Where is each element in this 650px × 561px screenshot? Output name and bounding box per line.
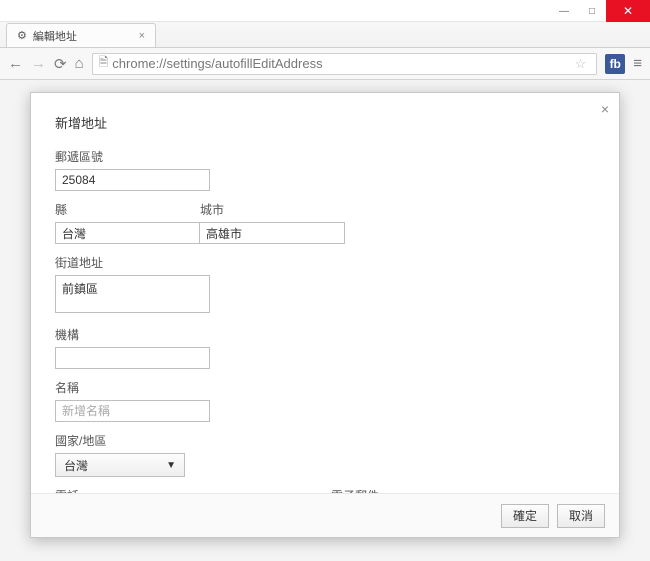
ok-button[interactable]: 確定 <box>501 504 549 528</box>
gear-icon: ⚙ <box>17 29 27 42</box>
label-org: 機構 <box>55 326 595 343</box>
back-button[interactable]: ← <box>8 55 23 72</box>
dialog-title: 新增地址 <box>55 113 595 132</box>
country-select[interactable]: 台灣 ▼ <box>55 453 185 477</box>
tab-strip: ⚙ 編輯地址 × <box>0 22 650 48</box>
page-content: × 新增地址 郵遞區號 縣 城市 街道地址 前鎮區 <box>0 80 650 561</box>
url-text: chrome://settings/autofillEditAddress <box>112 56 322 71</box>
address-bar[interactable]: 🗎 chrome://settings/autofillEditAddress … <box>92 53 598 75</box>
cancel-button[interactable]: 取消 <box>557 504 605 528</box>
page-icon: 🗎 <box>99 53 109 74</box>
chrome-menu-button[interactable]: ≡ <box>633 55 642 72</box>
label-postal: 郵遞區號 <box>55 148 595 165</box>
label-street: 街道地址 <box>55 254 595 271</box>
city-input[interactable] <box>200 222 345 244</box>
country-selected-value: 台灣 <box>64 457 88 474</box>
street-address-textarea[interactable]: 前鎮區 <box>55 275 210 313</box>
dialog-close-button[interactable]: × <box>601 101 609 117</box>
window-minimize-button[interactable]: — <box>550 0 578 22</box>
county-input[interactable] <box>55 222 200 244</box>
modal-overlay: × 新增地址 郵遞區號 縣 城市 街道地址 前鎮區 <box>0 80 650 561</box>
window-close-button[interactable]: ✕ <box>606 0 650 22</box>
bookmark-star-icon[interactable]: ☆ <box>575 56 587 72</box>
window-titlebar: — □ ✕ <box>0 0 650 22</box>
label-country: 國家/地區 <box>55 432 595 449</box>
facebook-extension-icon[interactable]: fb <box>605 54 625 74</box>
reload-button[interactable]: ⟳ <box>54 55 67 73</box>
organization-input[interactable] <box>55 347 210 369</box>
tab-title: 編輯地址 <box>33 28 77 44</box>
home-button[interactable]: ⌂ <box>75 55 84 72</box>
postal-code-input[interactable] <box>55 169 210 191</box>
chevron-down-icon: ▼ <box>166 460 176 471</box>
edit-address-dialog: × 新增地址 郵遞區號 縣 城市 街道地址 前鎮區 <box>30 92 620 538</box>
dialog-footer: 確定 取消 <box>31 493 619 537</box>
browser-tab[interactable]: ⚙ 編輯地址 × <box>6 23 156 47</box>
browser-toolbar: ← → ⟳ ⌂ 🗎 chrome://settings/autofillEdit… <box>0 48 650 80</box>
label-name: 名稱 <box>55 379 595 396</box>
label-county: 縣 <box>55 201 200 218</box>
tab-close-button[interactable]: × <box>139 30 145 42</box>
window-maximize-button[interactable]: □ <box>578 0 606 22</box>
dialog-body[interactable]: 新增地址 郵遞區號 縣 城市 街道地址 前鎮區 機構 <box>31 93 619 493</box>
label-city: 城市 <box>200 201 345 218</box>
forward-button[interactable]: → <box>31 55 46 72</box>
name-input[interactable] <box>55 400 210 422</box>
